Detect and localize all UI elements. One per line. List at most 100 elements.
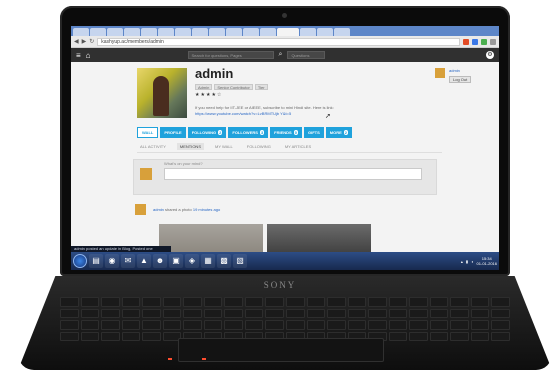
post-box: What's on your mind?: [133, 159, 437, 195]
extension-icon[interactable]: [472, 38, 478, 45]
activity-subtab[interactable]: MY WALL: [212, 143, 236, 150]
app-icon[interactable]: ▦: [201, 254, 215, 268]
search-scope-select[interactable]: Questions: [287, 51, 326, 59]
keyboard-key: [244, 320, 264, 330]
menu-icon[interactable]: [490, 38, 496, 45]
browser-tab[interactable]: [107, 28, 123, 36]
keyboard-key: [306, 308, 326, 318]
profile-link[interactable]: https://www.youtube.com/watch?v=LvBRMTUj…: [195, 111, 291, 116]
clock[interactable]: 15:34 01-01-2016: [477, 256, 497, 266]
keyboard-key: [429, 308, 449, 318]
reload-icon[interactable]: ↻: [89, 39, 94, 45]
mouse-cursor-icon: ➚: [325, 113, 331, 120]
volume-icon[interactable]: ◖: [471, 259, 473, 264]
activity-subtab[interactable]: FOLLOWING: [244, 143, 274, 150]
post-input[interactable]: [164, 168, 422, 180]
browser-tab[interactable]: [175, 28, 191, 36]
app-icon[interactable]: ☻: [153, 254, 167, 268]
browser-tab[interactable]: [226, 28, 242, 36]
keyboard-key: [80, 331, 100, 341]
forward-icon[interactable]: ▶: [82, 39, 87, 45]
back-icon[interactable]: ◀: [74, 39, 79, 45]
keyboard-key: [265, 297, 284, 307]
current-user-avatar[interactable]: [435, 68, 445, 78]
browser-tab[interactable]: [300, 28, 316, 36]
keyboard-key: [429, 297, 449, 307]
extension-icon[interactable]: [463, 38, 469, 45]
laptop-scene: ◀ ▶ ↻ kashyup.ac/members/admin ≡ ⌂ Searc…: [0, 0, 560, 375]
keyboard: [60, 297, 510, 341]
keyboard-key: [162, 297, 182, 307]
browser-tab-strip: [71, 26, 499, 36]
keyboard-key: [306, 320, 326, 330]
profile-about: If you need help for IIT-JEE or AIEEE, s…: [195, 105, 334, 110]
keyboard-key: [450, 297, 469, 307]
browser-icon[interactable]: ◉: [105, 254, 119, 268]
profile-tab[interactable]: FOLLOWING 2: [187, 127, 227, 138]
start-button[interactable]: [73, 254, 87, 268]
keyboard-key: [162, 320, 182, 330]
app-icon[interactable]: ▲: [137, 254, 151, 268]
profile-tab[interactable]: MORE 2: [325, 127, 352, 138]
logout-button[interactable]: Log Out: [449, 76, 472, 83]
tray-arrow-icon[interactable]: ▴: [461, 259, 463, 264]
activity-time[interactable]: 19 minutes ago: [193, 207, 220, 212]
profile-tab-label: WALL: [142, 130, 154, 135]
keyboard-key: [142, 297, 161, 307]
hamburger-menu-icon[interactable]: ≡: [76, 51, 81, 60]
url-field[interactable]: kashyup.ac/members/admin: [97, 37, 460, 46]
browser-tab[interactable]: [243, 28, 259, 36]
app-icon[interactable]: ▣: [169, 254, 183, 268]
activity-subtab[interactable]: ALL ACTIVITY: [137, 143, 169, 150]
profile-tab-count: 2: [218, 130, 223, 135]
settings-icon[interactable]: ⚙: [486, 51, 494, 59]
profile-tab[interactable]: FOLLOWERS 3: [228, 127, 269, 138]
search-icon[interactable]: ⌕: [279, 51, 283, 59]
profile-name: admin: [195, 66, 234, 81]
browser-tab[interactable]: [317, 28, 333, 36]
browser-tab[interactable]: [277, 28, 299, 36]
profile-tab[interactable]: FRIENDS 0: [270, 127, 302, 138]
extension-icon[interactable]: [481, 38, 487, 45]
browser-tab[interactable]: [209, 28, 225, 36]
keyboard-key: [60, 320, 79, 330]
browser-tab[interactable]: [192, 28, 208, 36]
activity-user-link[interactable]: admin: [153, 207, 164, 212]
profile-tab[interactable]: GIFTS: [303, 127, 324, 138]
system-tray: ▴ ▮ ◖ 15:34 01-01-2016: [461, 256, 497, 266]
home-icon[interactable]: ⌂: [86, 51, 91, 60]
browser-tab[interactable]: [90, 28, 106, 36]
keyboard-key: [470, 331, 490, 341]
browser-tab[interactable]: [141, 28, 157, 36]
browser-tab[interactable]: [334, 28, 350, 36]
site-search-input[interactable]: Search for questions, Pages: [187, 51, 274, 59]
browser-tab[interactable]: [73, 28, 89, 36]
keyboard-key: [121, 331, 141, 341]
app-icon[interactable]: ▩: [217, 254, 231, 268]
profile-tab[interactable]: PROFILE: [160, 127, 186, 138]
keyboard-key: [347, 320, 367, 330]
windows-taskbar: ▤ ◉ ✉ ▲ ☻ ▣ ◈ ▦ ▩ ▧ ▴ ▮ ◖ 15:34 01-01-20…: [71, 252, 499, 270]
app-icon[interactable]: ◈: [185, 254, 199, 268]
role-chip: Tier: [254, 84, 268, 90]
profile-tab[interactable]: WALL: [137, 127, 159, 138]
keyboard-key: [368, 320, 387, 330]
app-icon[interactable]: ✉: [121, 254, 135, 268]
site-navbar: ≡ ⌂ Search for questions, Pages ⌕ Questi…: [71, 48, 499, 62]
activity-subtab[interactable]: MY ARTICLES: [282, 143, 314, 150]
browser-tab[interactable]: [158, 28, 174, 36]
keyboard-key: [491, 297, 510, 307]
keyboard-key: [142, 320, 161, 330]
current-user-link[interactable]: admin: [449, 68, 460, 73]
keyboard-key: [429, 331, 449, 341]
activity-subtab[interactable]: MENTIONS: [176, 143, 204, 150]
network-icon[interactable]: ▮: [466, 259, 468, 264]
browser-tab[interactable]: [124, 28, 140, 36]
profile-tab-label: GIFTS: [307, 130, 320, 135]
folder-icon[interactable]: ▤: [89, 254, 103, 268]
browser-tab[interactable]: [260, 28, 276, 36]
keyboard-key: [491, 320, 510, 330]
app-icon[interactable]: ▧: [233, 254, 247, 268]
keyboard-key: [121, 308, 141, 318]
activity-avatar: [135, 204, 146, 215]
